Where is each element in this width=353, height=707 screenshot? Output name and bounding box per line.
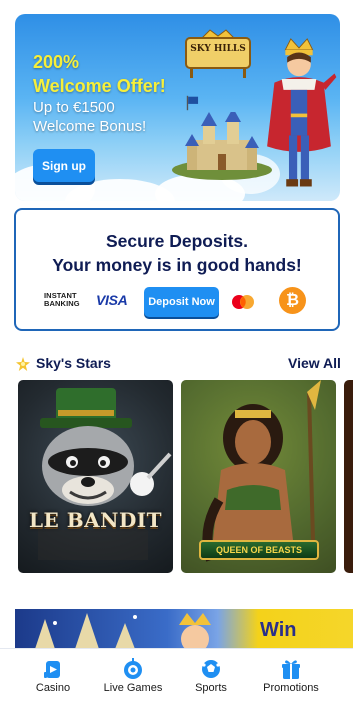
- game-tile-partial[interactable]: [344, 380, 353, 573]
- game-title-le-bandit: LE BANDIT: [28, 508, 163, 532]
- hero-banner[interactable]: SKY HILLS 200% Welcome Offer! Up to €150…: [15, 14, 340, 201]
- star-burst-icon: [16, 357, 30, 371]
- gift-icon: [282, 660, 300, 679]
- bottom-nav: Casino Live Games Sports Promotions: [0, 648, 353, 707]
- live-games-icon: [124, 658, 142, 679]
- king-character: [267, 38, 337, 187]
- hero-bonus-percent: 200%: [33, 52, 80, 72]
- nav-item-sports[interactable]: Sports: [184, 649, 238, 707]
- visa-logo: VISA: [96, 292, 128, 308]
- banner-win-text: Win: [260, 619, 297, 641]
- le-bandit-artwork: [38, 388, 172, 560]
- mastercard-icon: [232, 295, 254, 309]
- nav-item-promotions[interactable]: Promotions: [258, 649, 324, 707]
- nav-label-casino: Casino: [35, 682, 71, 694]
- sports-icon: [202, 660, 220, 678]
- view-all-link[interactable]: View All: [288, 355, 341, 371]
- game-title-queen-of-beasts: QUEEN OF BEASTS: [199, 540, 319, 560]
- flag-icon: [186, 95, 199, 111]
- hero-bonus-label: Welcome Bonus!: [33, 118, 147, 135]
- skyhills-logo: SKY HILLS: [182, 28, 254, 78]
- game-tile-queen-of-beasts[interactable]: QUEEN OF BEASTS: [181, 380, 336, 573]
- hero-bonus-amount: Up to €1500: [33, 99, 115, 116]
- nav-label-promotions: Promotions: [263, 682, 319, 694]
- sign-up-button[interactable]: Sign up: [33, 149, 95, 182]
- nav-label-sports: Sports: [195, 682, 227, 694]
- instant-banking-logo: INSTANT BANKING: [44, 292, 84, 308]
- casino-icon: [44, 661, 60, 678]
- logo-text: SKY HILLS: [190, 44, 246, 54]
- bitcoin-icon: ₿: [279, 287, 306, 314]
- deposit-title: Secure Deposits.: [106, 231, 248, 251]
- banner-artwork: [35, 613, 211, 649]
- section-title-skys-stars: Sky's Stars: [36, 355, 111, 371]
- nav-item-live-games[interactable]: Live Games: [100, 649, 166, 707]
- game-tile-le-bandit[interactable]: LE BANDIT: [18, 380, 173, 573]
- deposit-now-button[interactable]: Deposit Now: [144, 287, 219, 317]
- hero-text-block: 200% Welcome Offer! Up to €1500 Welcome …: [33, 50, 166, 136]
- hero-offer-title: Welcome Offer!: [33, 76, 166, 96]
- promo-banner[interactable]: Win: [15, 609, 353, 649]
- secure-deposits-card: Secure Deposits. Your money is in good h…: [14, 208, 340, 331]
- instant-banking-text: INSTANT BANKING: [44, 291, 80, 308]
- nav-label-live-games: Live Games: [103, 682, 163, 694]
- deposit-subtitle: Your money is in good hands!: [52, 255, 302, 275]
- nav-item-casino[interactable]: Casino: [28, 649, 78, 707]
